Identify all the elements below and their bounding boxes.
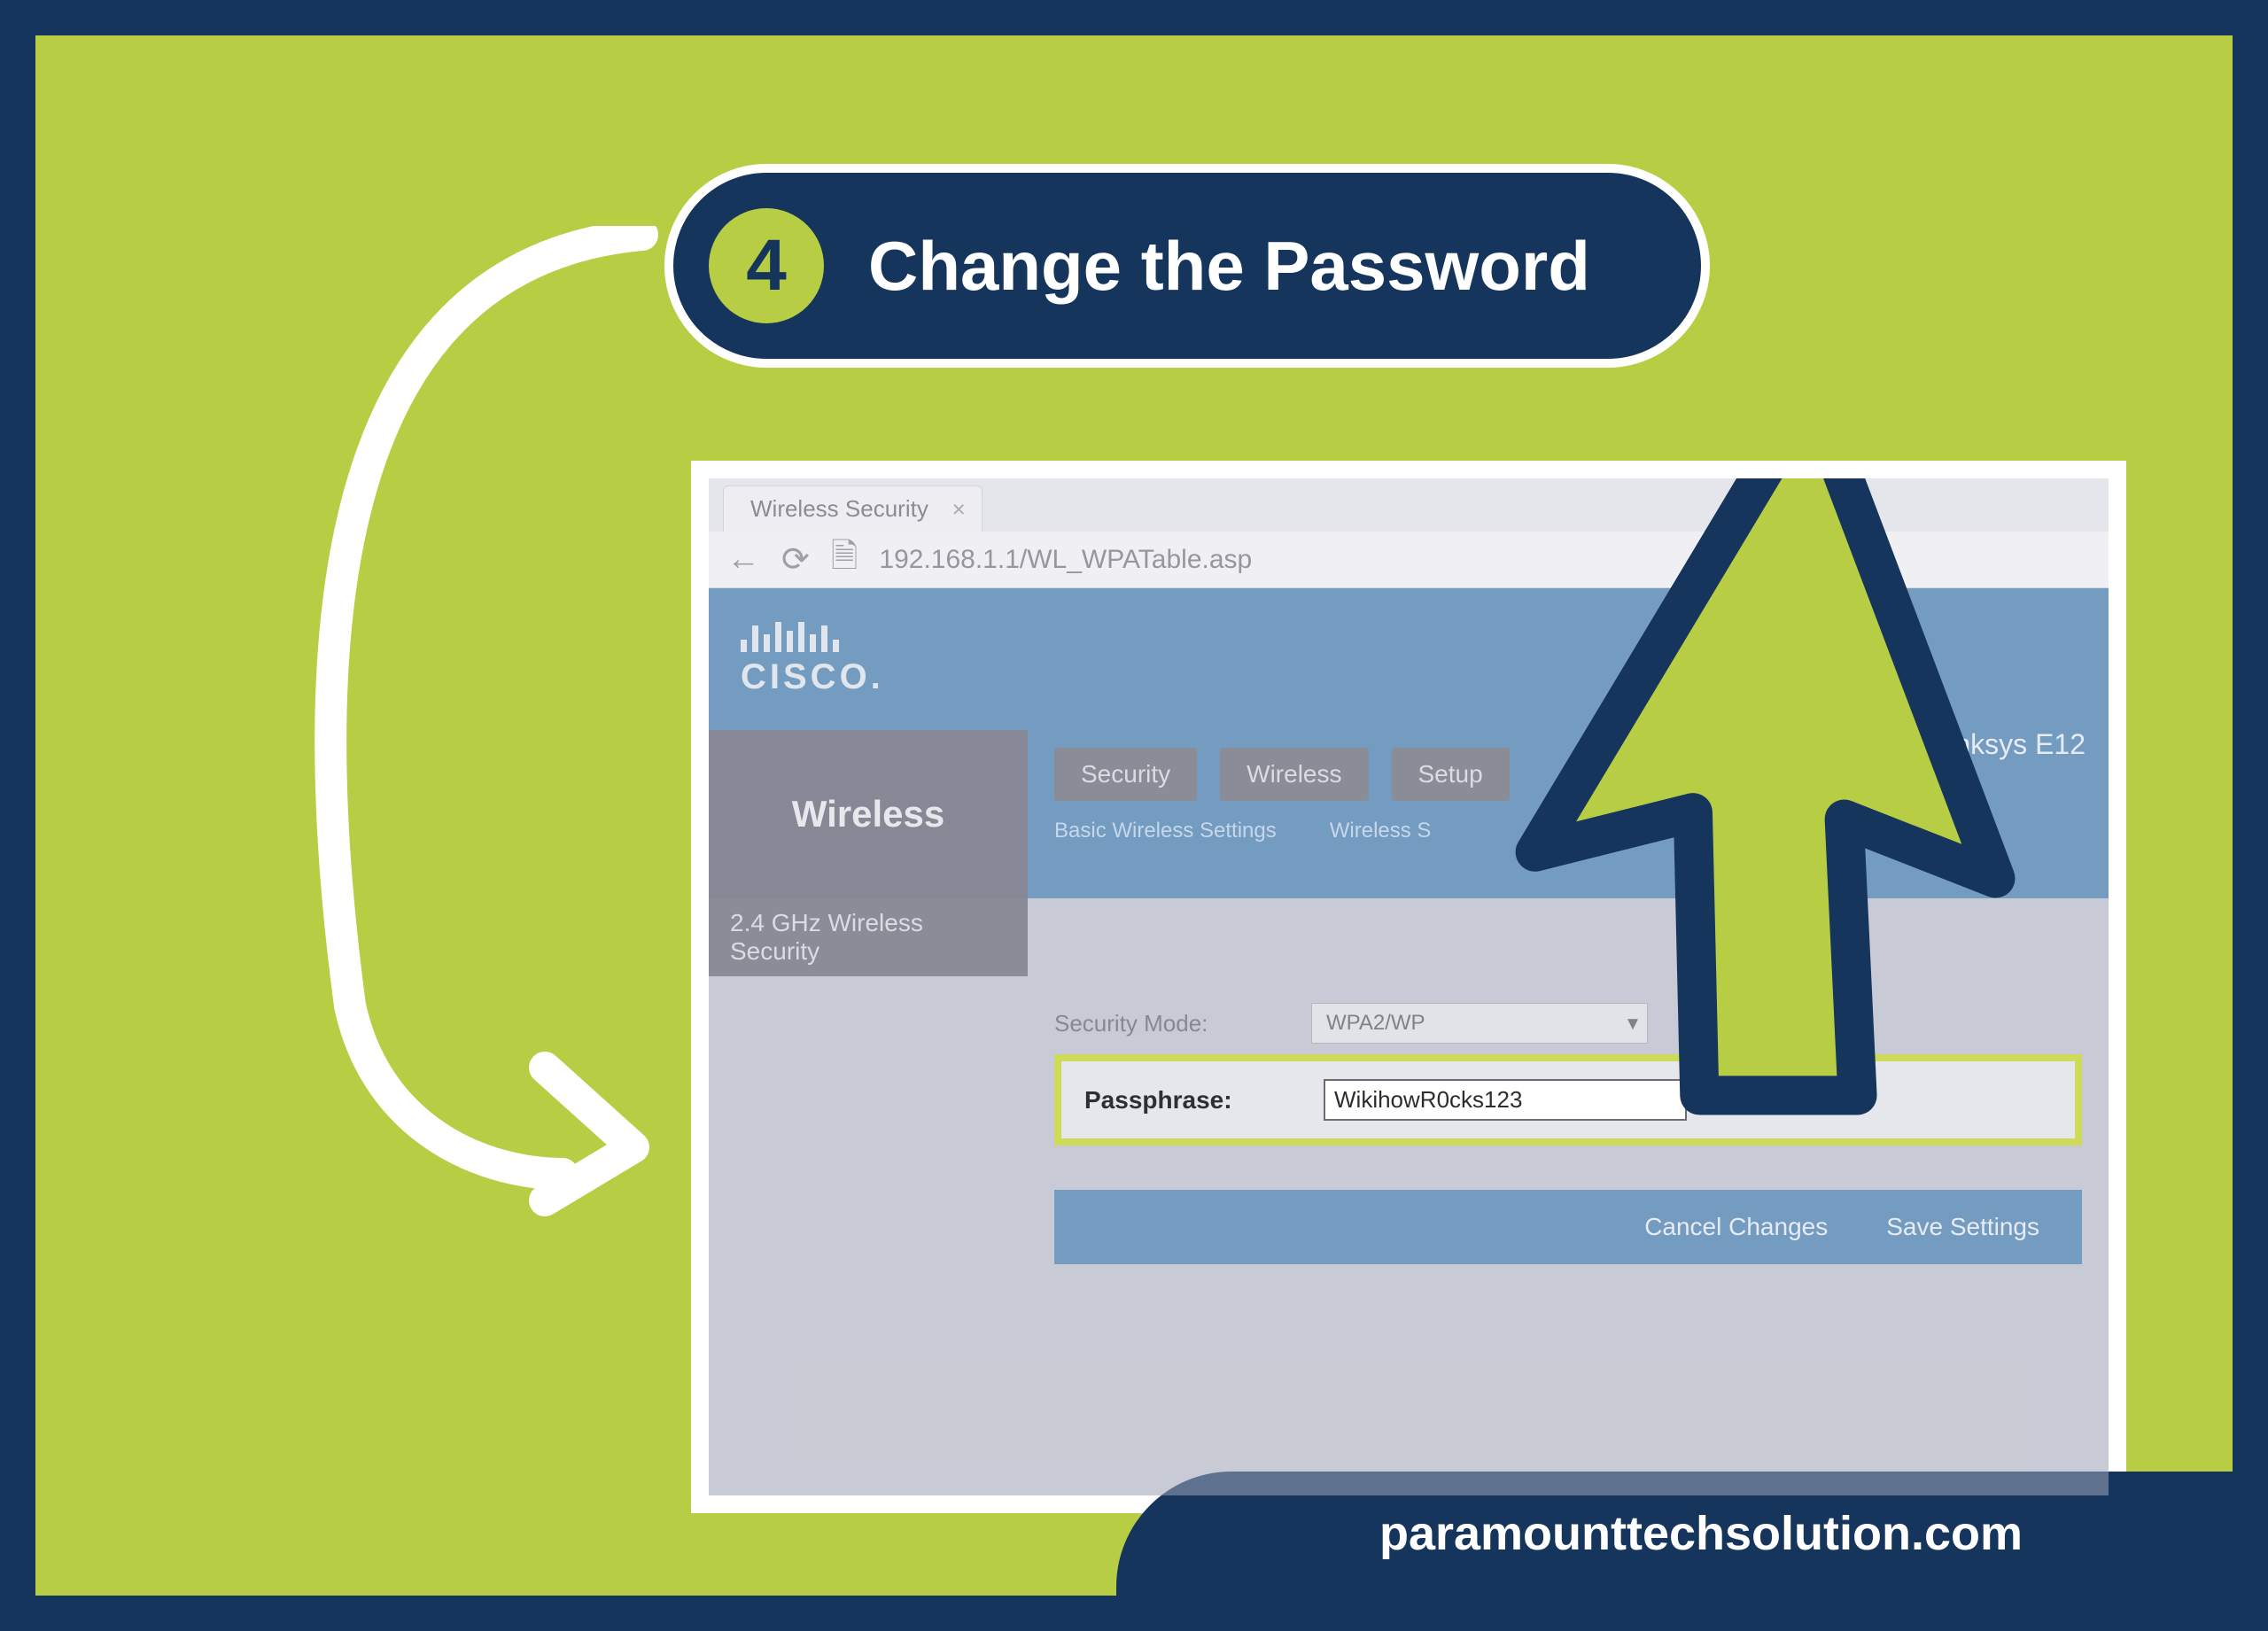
step-title-pill: 4 Change the Password bbox=[664, 164, 1710, 368]
subnav-wireless-security[interactable]: Wireless S bbox=[1330, 819, 1432, 843]
cisco-logo: CISCO. bbox=[741, 622, 884, 697]
step-number-badge: 4 bbox=[709, 208, 824, 323]
step-title: Change the Password bbox=[868, 226, 1590, 307]
back-icon[interactable]: ← bbox=[726, 540, 760, 579]
tab-wireless[interactable]: Wireless bbox=[1220, 748, 1368, 801]
passphrase-label: Passphrase: bbox=[1084, 1086, 1297, 1115]
tab-security[interactable]: Security bbox=[1054, 748, 1197, 801]
subnav-basic-settings[interactable]: Basic Wireless Settings bbox=[1054, 819, 1277, 843]
site-badge: paramounttechsolution.com bbox=[1116, 1472, 2233, 1596]
page-icon: 🗎 bbox=[831, 531, 858, 588]
reload-icon[interactable]: ⟳ bbox=[781, 540, 810, 579]
cisco-bars-icon bbox=[741, 622, 884, 652]
section-heading: 2.4 GHz Wireless Security bbox=[709, 898, 1028, 976]
security-mode-label: Security Mode: bbox=[1054, 1010, 1285, 1037]
close-icon[interactable]: × bbox=[952, 495, 966, 523]
curved-arrow-icon bbox=[288, 226, 669, 1218]
tab-title: Wireless Security bbox=[750, 495, 928, 522]
browser-tab[interactable]: Wireless Security × bbox=[723, 485, 983, 532]
action-bar: Cancel Changes Save Settings bbox=[1054, 1190, 2082, 1264]
url-text[interactable]: 192.168.1.1/WL_WPATable.asp bbox=[879, 545, 1252, 575]
site-url: paramounttechsolution.com bbox=[1379, 1506, 2023, 1561]
security-mode-value: WPA2/WP bbox=[1326, 1011, 1425, 1035]
cancel-button[interactable]: Cancel Changes bbox=[1628, 1206, 1844, 1248]
save-button[interactable]: Save Settings bbox=[1870, 1206, 2055, 1248]
screenshot-frame: Wireless Security × ← ⟳ 🗎 192.168.1.1/WL… bbox=[691, 461, 2126, 1513]
brand-text: CISCO. bbox=[741, 657, 884, 697]
screenshot-content: Wireless Security × ← ⟳ 🗎 192.168.1.1/WL… bbox=[709, 478, 2109, 1495]
pointer-arrow-icon bbox=[1435, 478, 2109, 1152]
card-frame: 4 Change the Password Wireless Security … bbox=[35, 35, 2233, 1596]
nav-section-label: Wireless bbox=[709, 730, 1028, 898]
